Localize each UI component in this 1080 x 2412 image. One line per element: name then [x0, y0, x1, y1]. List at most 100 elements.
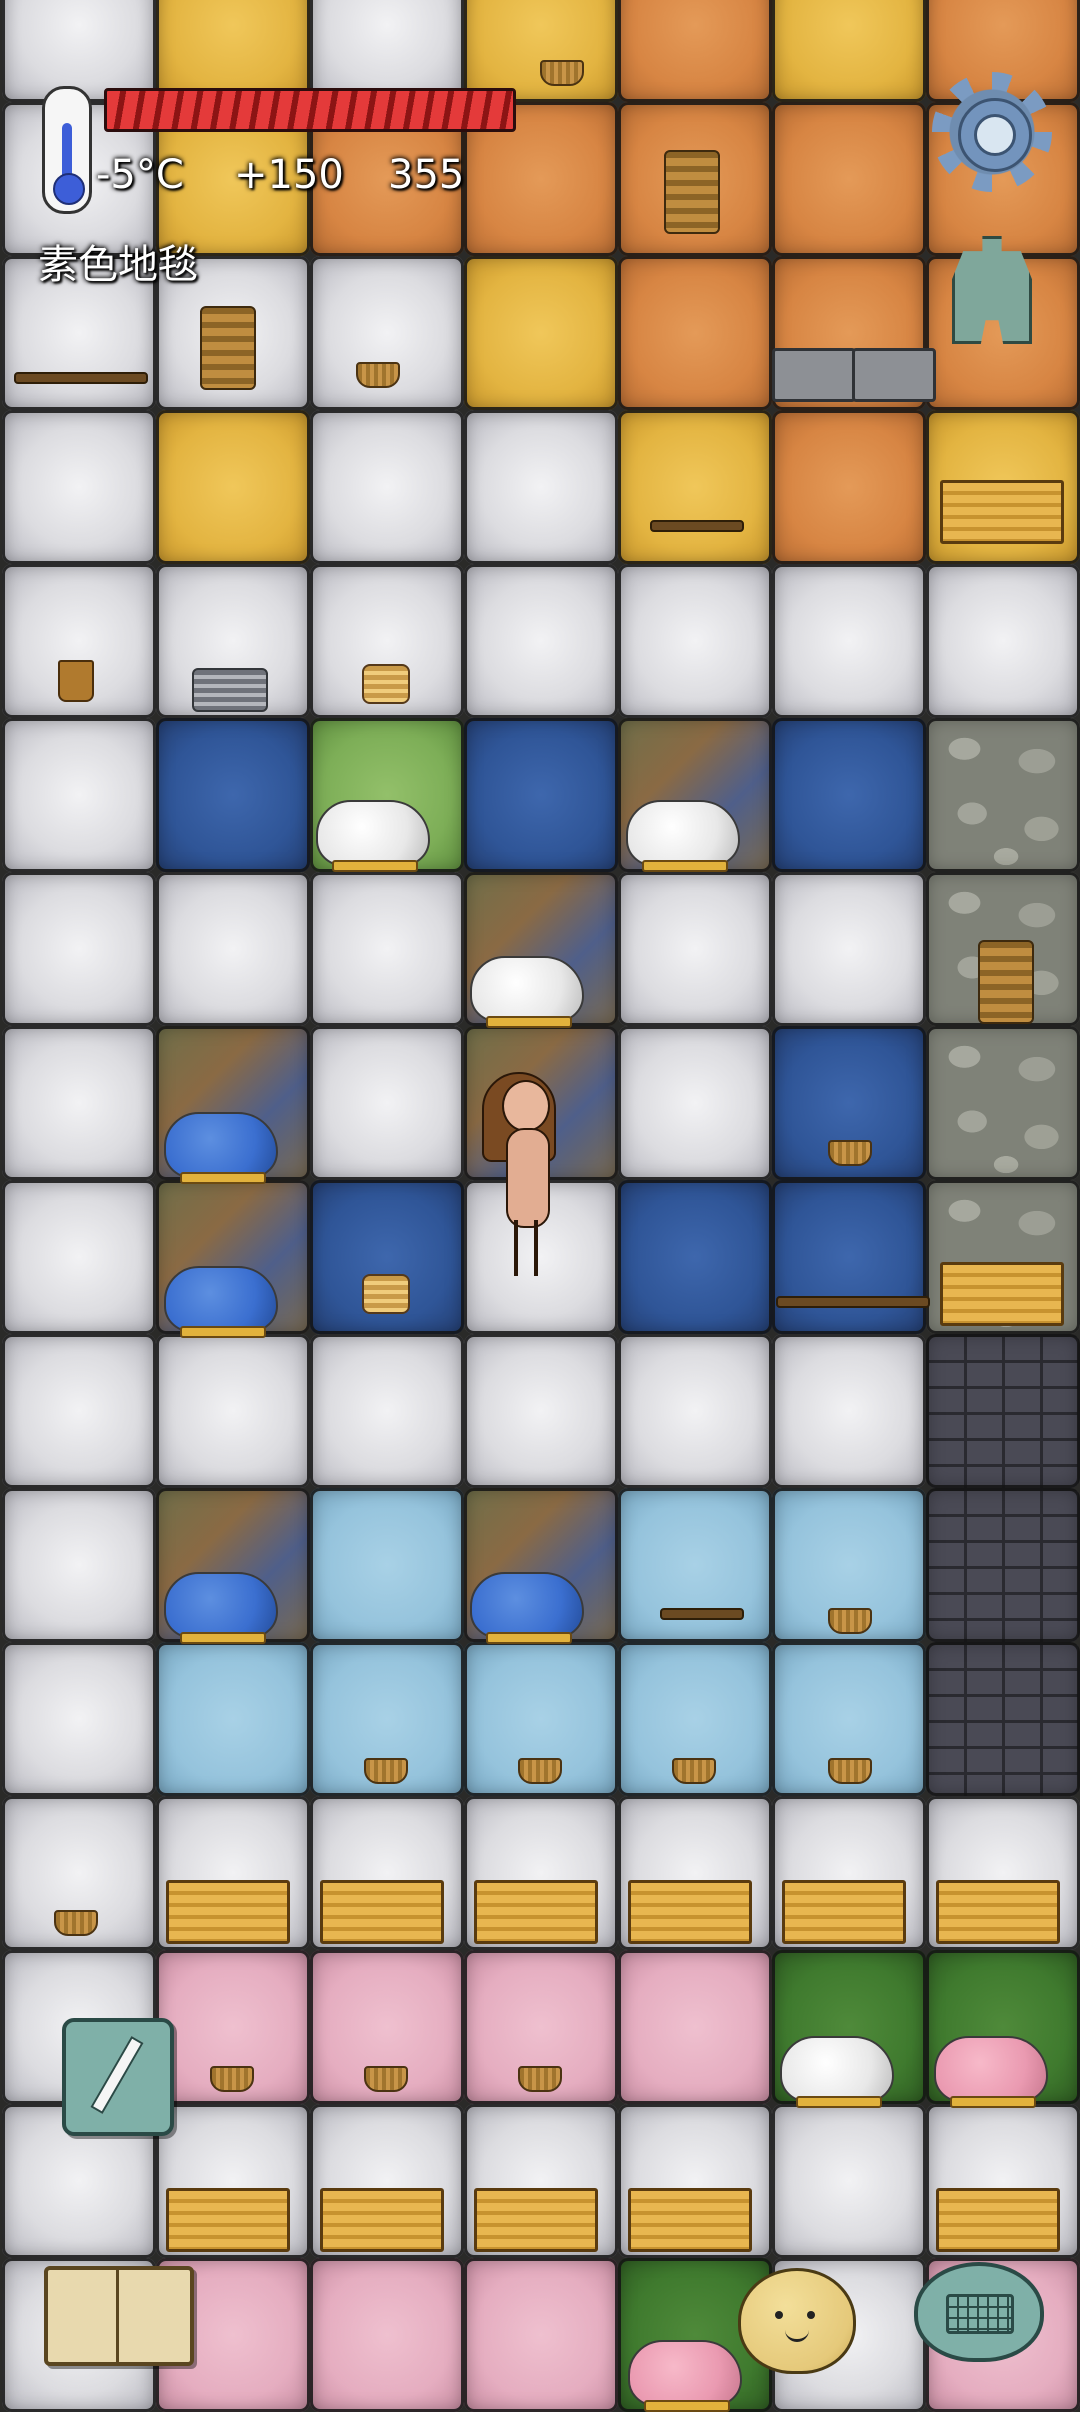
floor-tile-stone[interactable]	[2, 1334, 156, 1488]
floor-tile-stone[interactable]	[2, 410, 156, 564]
floor-tile-orange[interactable]	[772, 102, 926, 256]
wooden-crate[interactable]	[474, 2188, 598, 2252]
basket[interactable]	[364, 1758, 408, 1784]
floor-tile-yellow[interactable]	[464, 256, 618, 410]
floor-tile-stone[interactable]	[772, 564, 926, 718]
wooden-crate[interactable]	[166, 1880, 290, 1944]
floor-tile-stone[interactable]	[772, 872, 926, 1026]
floor-tile-stone[interactable]	[464, 1334, 618, 1488]
plate-stack[interactable]	[362, 1274, 410, 1314]
basket[interactable]	[828, 1608, 872, 1634]
floor-tile-pink[interactable]	[618, 1950, 772, 2104]
floor-tile-stone[interactable]	[618, 872, 772, 1026]
basket-stack[interactable]	[664, 150, 720, 234]
floor-tile-brick[interactable]	[926, 1334, 1080, 1488]
pink-sheep[interactable]	[934, 2036, 1048, 2108]
floor-tile-blue[interactable]	[772, 718, 926, 872]
floor-tile-blue[interactable]	[464, 718, 618, 872]
floor-tile-blue[interactable]	[156, 718, 310, 872]
floor-tile-orange[interactable]	[772, 410, 926, 564]
sheep[interactable]	[470, 956, 584, 1028]
floor-tile-stone[interactable]	[310, 0, 464, 102]
floor-tile-yellow[interactable]	[464, 0, 618, 102]
sheep[interactable]	[316, 800, 430, 872]
floor-tile-yellow[interactable]	[618, 410, 772, 564]
basket[interactable]	[518, 2066, 562, 2092]
floor-tile-blue[interactable]	[618, 1180, 772, 1334]
branch[interactable]	[14, 372, 148, 384]
crossed-sticks[interactable]	[650, 520, 744, 532]
floor-tile-stone[interactable]	[156, 872, 310, 1026]
flag-stone[interactable]	[852, 348, 936, 402]
floor-tile-orange[interactable]	[618, 256, 772, 410]
floor-tile-brick[interactable]	[926, 1488, 1080, 1642]
floor-tile-stone[interactable]	[926, 564, 1080, 718]
floor-tile-stone[interactable]	[618, 564, 772, 718]
open-book-icon[interactable]	[44, 2266, 194, 2366]
wooden-crate[interactable]	[628, 2188, 752, 2252]
floor-tile-stone[interactable]	[618, 1026, 772, 1180]
blue-sheep[interactable]	[164, 1266, 278, 1338]
wooden-crate[interactable]	[628, 1880, 752, 1944]
floor-tile-blue[interactable]	[772, 1180, 926, 1334]
wooden-crate[interactable]	[782, 1880, 906, 1944]
keyboard-chat-icon[interactable]	[914, 2262, 1044, 2362]
smiley-face-icon[interactable]	[738, 2268, 856, 2374]
cloth-stack[interactable]	[192, 668, 268, 712]
floor-tile-stone[interactable]	[310, 410, 464, 564]
floor-tile-stone[interactable]	[310, 872, 464, 1026]
floor-tile-pink[interactable]	[464, 2258, 618, 2412]
floor-tile-yellow[interactable]	[156, 410, 310, 564]
wooden-crate[interactable]	[936, 1880, 1060, 1944]
floor-tile-stone[interactable]	[310, 1334, 464, 1488]
floor-tile-stone[interactable]	[2, 1642, 156, 1796]
blue-sheep[interactable]	[164, 1572, 278, 1644]
floor-tile-yellow[interactable]	[156, 0, 310, 102]
floor-tile-stone[interactable]	[464, 410, 618, 564]
floor-tile-stone[interactable]	[2, 872, 156, 1026]
blue-sheep[interactable]	[164, 1112, 278, 1184]
basket[interactable]	[54, 1910, 98, 1936]
bucket[interactable]	[58, 660, 94, 702]
basket-stack[interactable]	[978, 940, 1034, 1024]
basket[interactable]	[210, 2066, 254, 2092]
floor-tile-stone[interactable]	[310, 1026, 464, 1180]
floor-tile-stone[interactable]	[772, 2104, 926, 2258]
basket[interactable]	[828, 1758, 872, 1784]
floor-tile-cobble[interactable]	[926, 1026, 1080, 1180]
floor-tile-stone[interactable]	[618, 1334, 772, 1488]
basket[interactable]	[356, 362, 400, 388]
floor-tile-brick[interactable]	[926, 1642, 1080, 1796]
basket[interactable]	[828, 1140, 872, 1166]
floor-tile-yellow[interactable]	[772, 0, 926, 102]
floor-tile-stone[interactable]	[2, 1026, 156, 1180]
wooden-crate[interactable]	[474, 1880, 598, 1944]
floor-tile-stone[interactable]	[2, 0, 156, 102]
wooden-crate[interactable]	[320, 2188, 444, 2252]
pencil-note-icon[interactable]	[62, 2018, 174, 2136]
floor-tile-stone[interactable]	[464, 564, 618, 718]
wooden-crate[interactable]	[940, 480, 1064, 544]
wooden-crate[interactable]	[940, 1262, 1064, 1326]
pink-sheep[interactable]	[628, 2340, 742, 2412]
flag-stone[interactable]	[772, 348, 856, 402]
basket[interactable]	[518, 1758, 562, 1784]
floor-tile-stone[interactable]	[2, 1488, 156, 1642]
pickaxe-handle[interactable]	[660, 1608, 744, 1620]
floor-tile-orange[interactable]	[618, 0, 772, 102]
blue-sheep[interactable]	[470, 1572, 584, 1644]
floor-tile-stone[interactable]	[2, 1180, 156, 1334]
basket[interactable]	[540, 60, 584, 86]
floor-tile-stone[interactable]	[2, 718, 156, 872]
floor-tile-stone[interactable]	[772, 1334, 926, 1488]
floor-tile-stone[interactable]	[156, 1334, 310, 1488]
floor-tile-lightblue[interactable]	[156, 1642, 310, 1796]
wooden-crate[interactable]	[936, 2188, 1060, 2252]
sheep[interactable]	[780, 2036, 894, 2108]
floor-tile-lightblue[interactable]	[310, 1488, 464, 1642]
wooden-crate[interactable]	[166, 2188, 290, 2252]
sheep[interactable]	[626, 800, 740, 872]
stick[interactable]	[776, 1296, 930, 1308]
floor-tile-cobble[interactable]	[926, 718, 1080, 872]
floor-tile-pink[interactable]	[310, 2258, 464, 2412]
